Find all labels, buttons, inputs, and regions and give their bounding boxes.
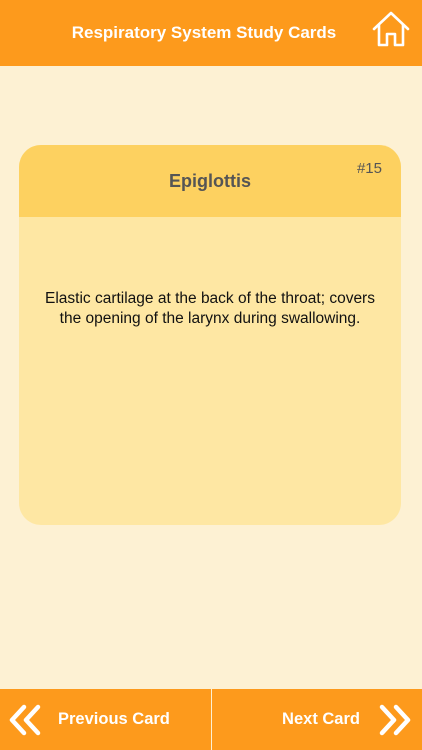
app-header: Respiratory System Study Cards [0, 0, 422, 66]
footer-divider [211, 689, 212, 750]
home-icon [372, 11, 410, 47]
card-term: Epiglottis [169, 170, 251, 191]
previous-card-button[interactable]: Previous Card [0, 689, 211, 750]
next-card-label: Next Card [282, 710, 360, 728]
card-definition: Elastic cartilage at the back of the thr… [45, 290, 375, 327]
page-title: Respiratory System Study Cards [71, 23, 337, 42]
next-card-button[interactable]: Next Card [212, 689, 422, 750]
study-card[interactable]: Epiglottis #15 Elastic cartilage at the … [19, 145, 401, 525]
home-button[interactable] [370, 8, 412, 50]
double-chevron-left-icon [9, 704, 41, 735]
card-number: #15 [356, 160, 382, 177]
previous-card-label: Previous Card [58, 710, 170, 728]
double-chevron-right-icon [379, 704, 411, 735]
card-header: Epiglottis #15 [19, 145, 401, 217]
